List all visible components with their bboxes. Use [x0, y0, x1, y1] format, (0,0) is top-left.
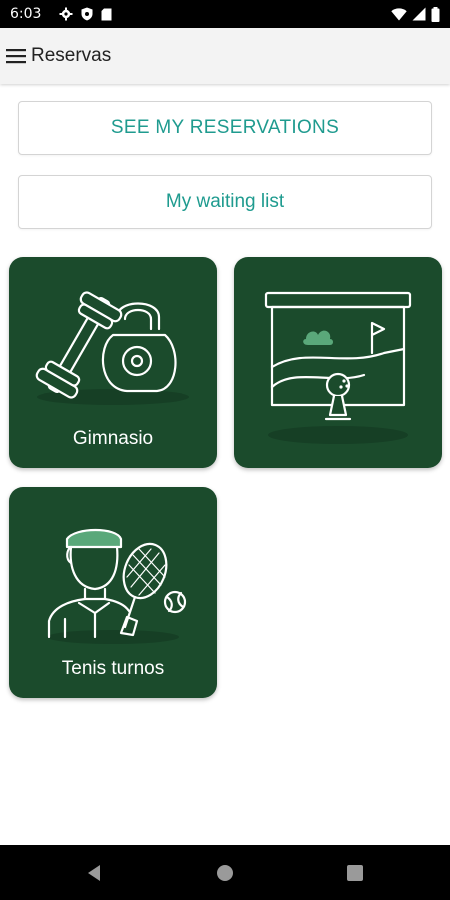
- see-my-reservations-button[interactable]: SEE MY RESERVATIONS: [18, 101, 432, 155]
- my-waiting-list-button[interactable]: My waiting list: [18, 175, 432, 229]
- app-bar: Reservas: [0, 28, 450, 84]
- signal-icon: [412, 7, 426, 21]
- golf-simulator-icon: [264, 291, 412, 444]
- gear-icon: [59, 7, 73, 21]
- card-gimnasio[interactable]: Gimnasio: [9, 257, 217, 468]
- card-tenis-turnos[interactable]: Tenis turnos: [9, 487, 217, 698]
- battery-icon: [431, 6, 440, 22]
- hamburger-menu-icon[interactable]: [3, 28, 29, 84]
- home-icon[interactable]: [195, 845, 255, 900]
- sd-card-icon: [101, 8, 112, 21]
- status-time: 6:03: [10, 6, 42, 22]
- back-icon[interactable]: [64, 845, 124, 900]
- wifi-icon: [391, 7, 407, 21]
- status-bar: 6:03: [0, 0, 450, 28]
- card-label-tenis-turnos: Tenis turnos: [61, 658, 165, 679]
- card-label-gimnasio: Gimnasio: [72, 428, 154, 449]
- system-navigation-bar: [0, 845, 450, 900]
- card-golf-simulator[interactable]: [234, 257, 442, 468]
- page-title: Reservas: [31, 45, 112, 66]
- shield-icon: [81, 7, 93, 21]
- recents-icon[interactable]: [325, 845, 385, 900]
